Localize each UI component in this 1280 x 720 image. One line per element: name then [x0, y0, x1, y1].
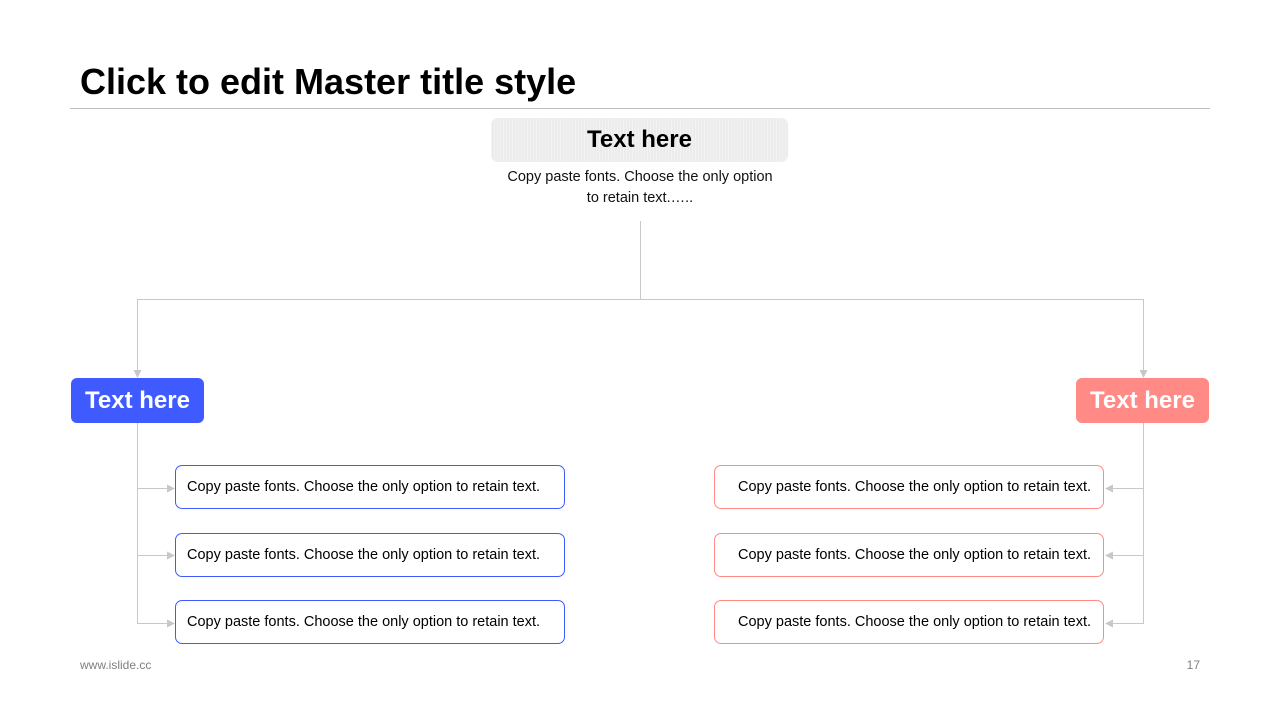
right-branch-node: Text here	[1076, 378, 1209, 423]
right-item-box: Copy paste fonts. Choose the only option…	[714, 600, 1104, 644]
top-node: Text here	[491, 118, 788, 162]
description-line: to retain text.…..	[586, 190, 694, 206]
left-branch-node: Text here	[71, 378, 204, 423]
right-item-box: Copy paste fonts. Choose the only option…	[714, 533, 1104, 577]
left-item-box: Copy paste fonts. Choose the only option…	[175, 600, 565, 644]
description-line: Copy paste fonts. Choose the only option	[507, 169, 773, 185]
page-number: 17	[1186, 658, 1200, 672]
top-node-description: Copy paste fonts. Choose the only option…	[490, 167, 790, 209]
left-item-box: Copy paste fonts. Choose the only option…	[175, 465, 565, 509]
footer-url: www.islide.cc	[80, 658, 152, 672]
left-item-box: Copy paste fonts. Choose the only option…	[175, 533, 565, 577]
right-item-box: Copy paste fonts. Choose the only option…	[714, 465, 1104, 509]
